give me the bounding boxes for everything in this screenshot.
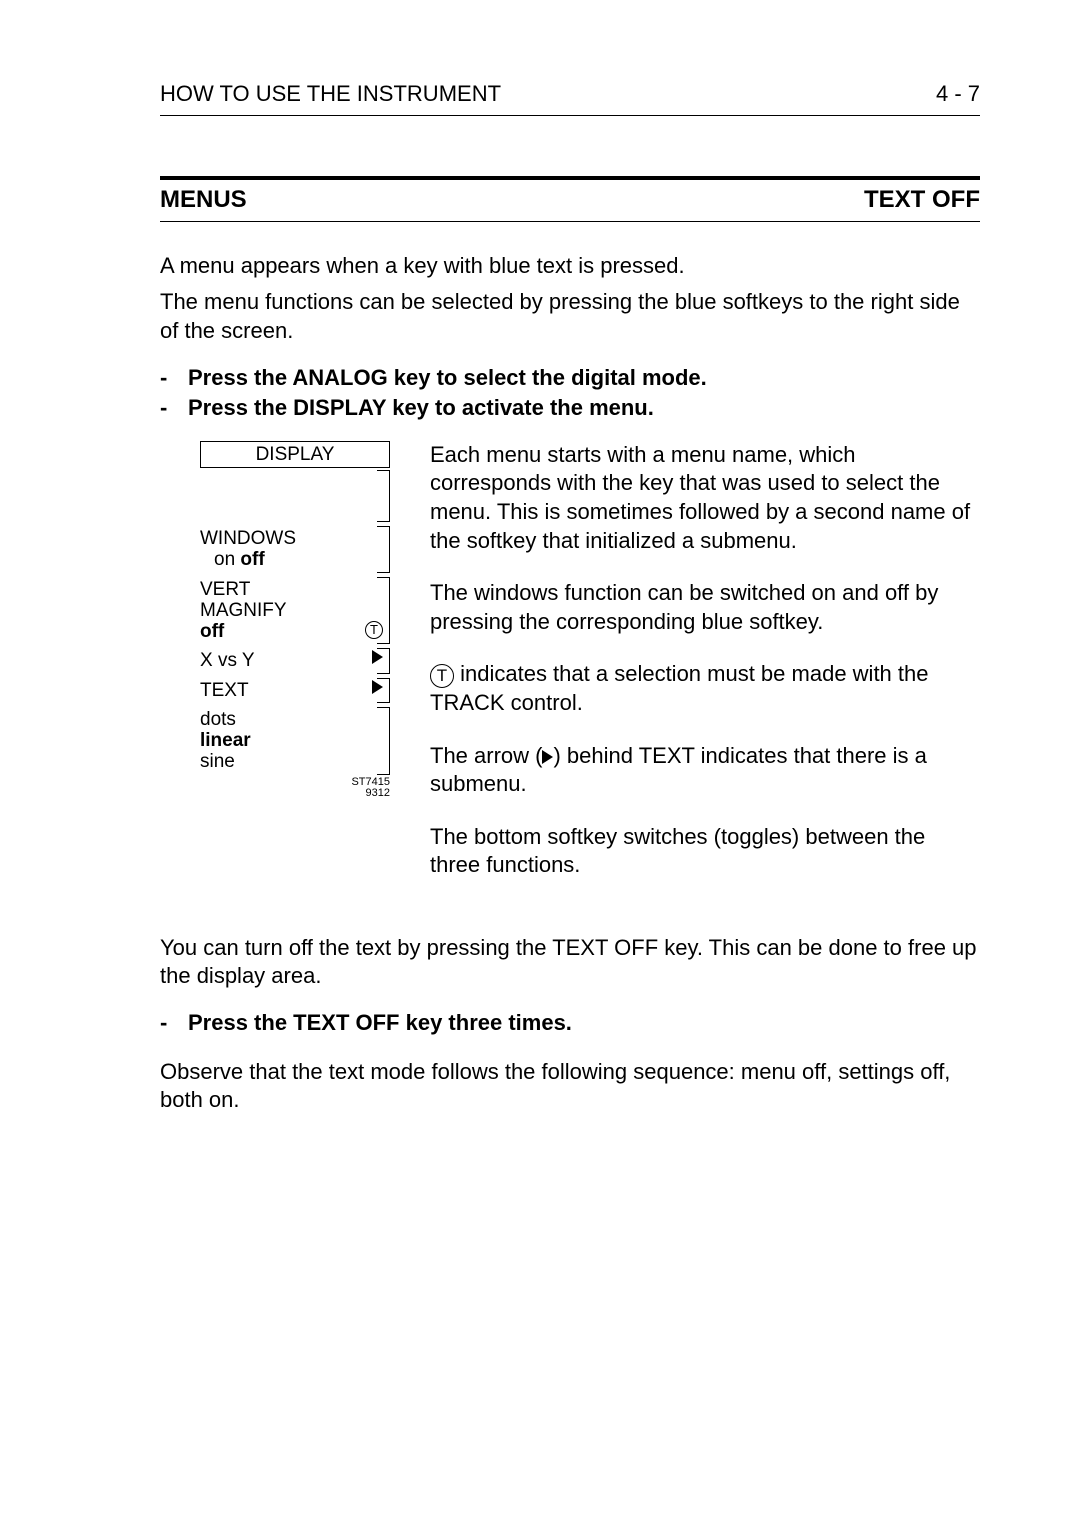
section-left: MENUS <box>160 184 247 215</box>
list-item: - Press the ANALOG key to select the dig… <box>160 364 980 393</box>
label-windows: WINDOWS <box>200 528 296 549</box>
label-sine: sine <box>200 751 235 772</box>
softkey-windows: WINDOWS on off <box>200 526 390 573</box>
instruction-list-1: - Press the ANALOG key to select the dig… <box>160 364 980 423</box>
desc-paragraph: Each menu starts with a menu name, which… <box>430 441 980 555</box>
label-off: off <box>200 621 224 642</box>
label-magnify: MAGNIFY <box>200 600 287 621</box>
instruction-list-2: - Press the TEXT OFF key three times. <box>160 1009 980 1038</box>
dash-icon: - <box>160 364 188 393</box>
track-icon: T <box>430 664 454 688</box>
submenu-arrow-icon <box>372 650 383 664</box>
softkey-vert-magnify: VERT MAGNIFY off T <box>200 577 390 645</box>
intro-paragraph-1: A menu appears when a key with blue text… <box>160 252 980 281</box>
header-left: HOW TO USE THE INSTRUMENT <box>160 80 501 109</box>
description-column: Each menu starts with a menu name, which… <box>430 441 980 904</box>
section-right: TEXT OFF <box>864 184 980 215</box>
menu-title-box: DISPLAY <box>200 441 390 468</box>
list-item: - Press the DISPLAY key to activate the … <box>160 394 980 423</box>
label-linear: linear <box>200 730 251 751</box>
softkey-slot-empty <box>200 470 390 522</box>
body-paragraph: You can turn off the text by pressing th… <box>160 934 980 991</box>
list-item: - Press the TEXT OFF key three times. <box>160 1009 980 1038</box>
header-right: 4 - 7 <box>936 80 980 109</box>
label-dots: dots <box>200 709 236 730</box>
body-paragraph: Observe that the text mode follows the f… <box>160 1058 980 1115</box>
label-vert: VERT <box>200 579 250 600</box>
label-xvsy: X vs Y <box>200 650 255 671</box>
dash-icon: - <box>160 1009 188 1038</box>
figure-reference: ST7415 9312 <box>200 777 390 800</box>
softkey-diagram: DISPLAY WINDOWS on off VERT MAGNIFY off … <box>200 441 390 800</box>
track-icon: T <box>365 621 383 639</box>
softkey-interp: dots linear sine <box>200 707 390 775</box>
desc-paragraph: The windows function can be switched on … <box>430 579 980 636</box>
submenu-arrow-icon <box>372 680 383 694</box>
dash-icon: - <box>160 394 188 423</box>
desc-paragraph: The bottom softkey switches (toggles) be… <box>430 823 980 880</box>
list-item-text: Press the DISPLAY key to activate the me… <box>188 394 654 423</box>
submenu-arrow-icon <box>542 750 553 764</box>
desc-paragraph: T indicates that a selection must be mad… <box>430 660 980 717</box>
list-item-text: Press the ANALOG key to select the digit… <box>188 364 707 393</box>
page-header: HOW TO USE THE INSTRUMENT 4 - 7 <box>160 80 980 116</box>
label-text: TEXT <box>200 680 249 701</box>
list-item-text: Press the TEXT OFF key three times. <box>188 1009 572 1038</box>
section-heading: MENUS TEXT OFF <box>160 176 980 222</box>
label-on-off: on off <box>214 549 265 570</box>
intro-paragraph-2: The menu functions can be selected by pr… <box>160 288 980 345</box>
softkey-xvsy: X vs Y <box>200 648 390 673</box>
desc-paragraph: The arrow () behind TEXT indicates that … <box>430 742 980 799</box>
softkey-text: TEXT <box>200 678 390 703</box>
